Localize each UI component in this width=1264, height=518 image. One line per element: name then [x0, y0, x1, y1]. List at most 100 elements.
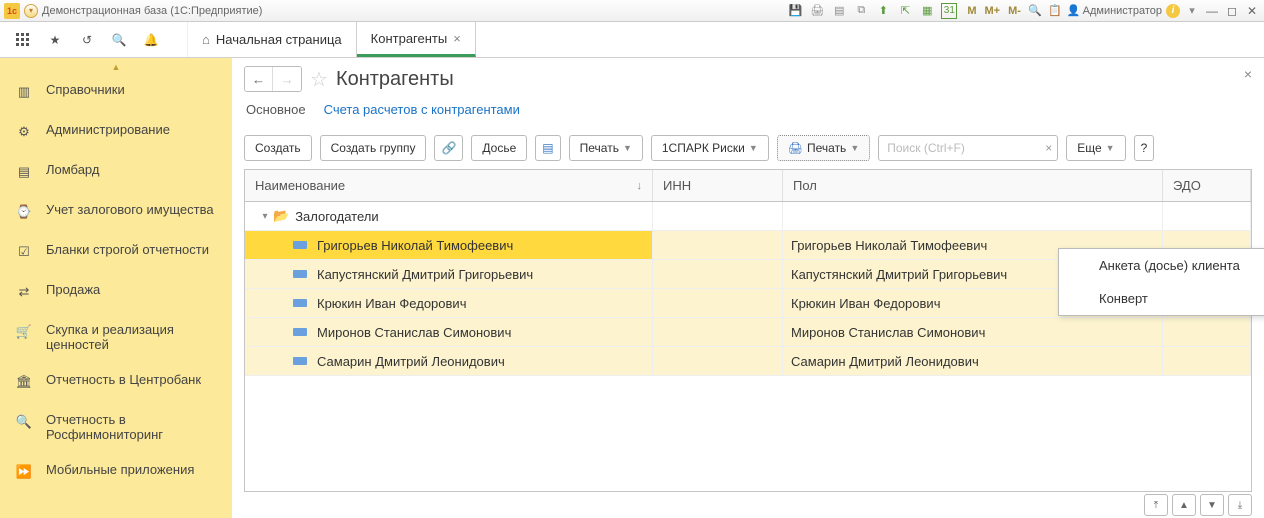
chevron-down-icon: ▼ — [623, 143, 632, 153]
dossier-button[interactable]: Досье — [471, 135, 527, 161]
close-page-icon[interactable]: × — [1244, 66, 1252, 82]
bell-icon[interactable]: 🔔 — [142, 31, 160, 49]
group-row[interactable]: ▾ 📂 Залогодатели — [245, 202, 1251, 231]
table-row[interactable]: Самарин Дмитрий ЛеонидовичСамарин Дмитри… — [245, 347, 1251, 376]
row-full: Миронов Станислав Симонович — [783, 318, 1163, 346]
row-inn — [653, 347, 783, 375]
properties-icon: ▤ — [542, 141, 553, 155]
row-inn — [653, 260, 783, 288]
table-row[interactable]: Миронов Станислав СимоновичМиронов Стани… — [245, 318, 1251, 347]
subtab-accounts-link[interactable]: Счета расчетов с контрагентами — [324, 102, 520, 121]
col-edo-header[interactable]: ЭДО — [1163, 170, 1251, 201]
sidebar-item-references[interactable]: ▥ Справочники — [0, 72, 232, 112]
sidebar-item-buyout[interactable]: 🛒 Скупка и реализация ценностей — [0, 312, 232, 362]
tab-counterparties[interactable]: Контрагенты × — [357, 22, 476, 57]
sidebar-collapse-icon[interactable]: ▲ — [0, 62, 232, 72]
favorite-star-icon[interactable]: ☆ — [310, 67, 328, 92]
first-row-button[interactable]: ⤒ — [1144, 494, 1168, 516]
sidebar-item-finmonitoring[interactable]: 🔍 Отчетность в Росфинмониторинг — [0, 402, 232, 452]
help-button[interactable]: ? — [1134, 135, 1155, 161]
sidebar-item-mobile[interactable]: ⏩ Мобильные приложения — [0, 452, 232, 492]
calendar-icon[interactable]: 31 — [941, 3, 957, 19]
sidebar-item-sales[interactable]: ⇄ Продажа — [0, 272, 232, 312]
more-button[interactable]: Еще▼ — [1066, 135, 1125, 161]
home-icon: ⌂ — [202, 32, 210, 47]
row-name: Самарин Дмитрий Леонидович — [317, 354, 505, 369]
zoom-icon[interactable]: 🔍 — [1027, 3, 1043, 19]
clipboard-icon[interactable]: 📋 — [1047, 3, 1063, 19]
m-plus-button[interactable]: M+ — [983, 5, 1003, 17]
row-name: Григорьев Николай Тимофеевич — [317, 238, 513, 253]
item-icon — [293, 241, 307, 249]
m-button[interactable]: M — [965, 5, 978, 17]
last-row-button[interactable]: ⤓ — [1228, 494, 1252, 516]
calculator-icon[interactable]: ▦ — [919, 3, 935, 19]
grid-footer-nav: ⤒ ▲ ▼ ⤓ — [244, 492, 1252, 518]
create-button[interactable]: Создать — [244, 135, 312, 161]
col-name-header[interactable]: Наименование↓ — [245, 170, 653, 201]
sidebar-item-centralbank[interactable]: 🏛 Отчетность в Центробанк — [0, 362, 232, 402]
save-icon[interactable]: 💾 — [787, 3, 803, 19]
link-button[interactable]: 🔗 — [434, 135, 463, 161]
search-icon[interactable]: 🔍 — [110, 31, 128, 49]
arrow-up-icon[interactable]: ⬆ — [875, 3, 891, 19]
app-menu-dropdown-icon[interactable]: ▾ — [24, 4, 38, 18]
clear-search-icon[interactable]: × — [1045, 141, 1052, 155]
compare-icon[interactable]: ⧉ — [853, 3, 869, 19]
chevron-down-icon: ▼ — [749, 143, 758, 153]
m-minus-button[interactable]: M- — [1006, 5, 1023, 17]
expand-toggle-icon[interactable]: ▾ — [257, 211, 273, 222]
maximize-button[interactable]: ◻ — [1224, 4, 1240, 18]
search-input[interactable] — [878, 135, 1058, 161]
sidebar-label: Администрирование — [46, 122, 170, 137]
properties-button[interactable]: ▤ — [535, 135, 560, 161]
sidebar-item-pawnshop[interactable]: ▤ Ломбард — [0, 152, 232, 192]
print-icon[interactable]: 🖨 — [809, 3, 825, 19]
sidebar-item-collateral[interactable]: ⌚ Учет залогового имущества — [0, 192, 232, 232]
prev-row-button[interactable]: ▲ — [1172, 494, 1196, 516]
info-icon[interactable]: i — [1166, 4, 1180, 18]
title-bar: 1c ▾ Демонстрационная база (1С:Предприят… — [0, 0, 1264, 22]
sidebar-item-admin[interactable]: ⚙ Администрирование — [0, 112, 232, 152]
user-chip[interactable]: 👤 Администратор — [1067, 4, 1162, 17]
chevron-down-icon: ▼ — [850, 143, 859, 153]
data-grid: Наименование↓ ИНН Пол ЭДО ▾ 📂 Залогодате… — [244, 169, 1252, 492]
forward-button[interactable]: → — [273, 67, 301, 91]
print2-button[interactable]: 🖨Печать▼ — [777, 135, 870, 161]
next-row-button[interactable]: ▼ — [1200, 494, 1224, 516]
close-button[interactable]: ✕ — [1244, 4, 1260, 18]
sidebar-label: Мобильные приложения — [46, 462, 194, 477]
dropdown-item-dossier[interactable]: Анкета (досье) клиента — [1059, 249, 1264, 282]
sidebar-item-forms[interactable]: ☑ Бланки строгой отчетности — [0, 232, 232, 272]
bank-icon: 🏛 — [14, 372, 34, 392]
sidebar-label: Отчетность в Центробанк — [46, 372, 201, 387]
nav-buttons: ← → — [244, 66, 302, 92]
book-icon: ▥ — [14, 82, 34, 102]
tab-close-icon[interactable]: × — [453, 31, 461, 46]
watch-icon: ⌚ — [14, 202, 34, 222]
sidebar-label: Бланки строгой отчетности — [46, 242, 209, 257]
col-full-header[interactable]: Пол — [783, 170, 1163, 201]
minimize-button[interactable]: — — [1204, 4, 1220, 18]
basket-icon: 🛒 — [14, 322, 34, 342]
col-inn-header[interactable]: ИНН — [653, 170, 783, 201]
sidebar-label: Скупка и реализация ценностей — [46, 322, 218, 352]
sidebar: ▲ ▥ Справочники ⚙ Администрирование ▤ Ло… — [0, 58, 232, 518]
printer-icon: 🖨 — [788, 141, 803, 155]
apps-grid-icon[interactable] — [14, 31, 32, 49]
spark-risks-button[interactable]: 1СПАРК Риски▼ — [651, 135, 769, 161]
create-group-button[interactable]: Создать группу — [320, 135, 427, 161]
star-icon[interactable]: ★ — [46, 31, 64, 49]
print-button[interactable]: Печать▼ — [569, 135, 643, 161]
dropdown-caret-icon[interactable]: ▾ — [1184, 3, 1200, 19]
gear-icon: ⚙ — [14, 122, 34, 142]
subtab-main[interactable]: Основное — [246, 102, 306, 121]
user-icon: 👤 — [1067, 4, 1081, 17]
grid-header: Наименование↓ ИНН Пол ЭДО — [245, 170, 1251, 202]
history-icon[interactable]: ↺ — [78, 31, 96, 49]
dropdown-item-envelope[interactable]: Конверт — [1059, 282, 1264, 315]
preview-icon[interactable]: ▤ — [831, 3, 847, 19]
tab-home[interactable]: ⌂ Начальная страница — [188, 22, 357, 57]
back-button[interactable]: ← — [245, 67, 273, 91]
arrow-out-icon[interactable]: ⇱ — [897, 3, 913, 19]
